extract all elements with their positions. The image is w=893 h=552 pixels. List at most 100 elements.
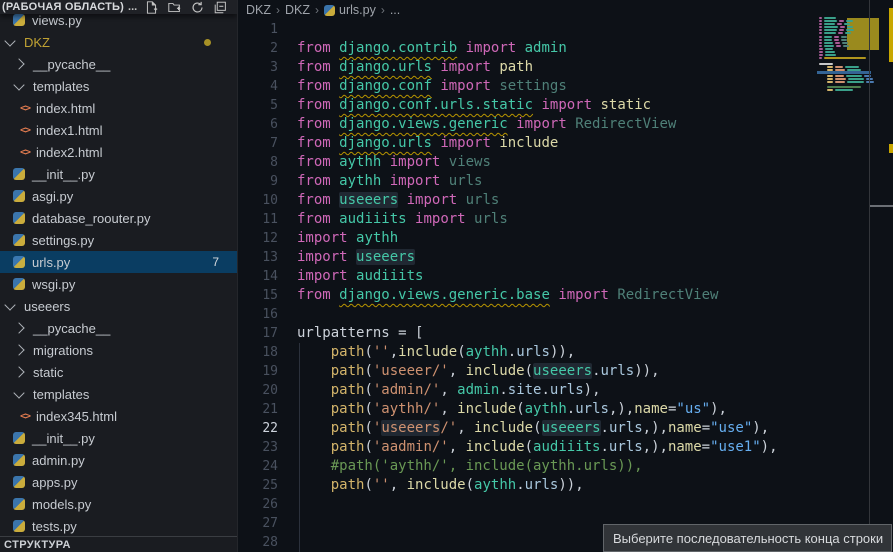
token: name <box>668 420 702 436</box>
tree-item-templates[interactable]: templates <box>0 75 237 97</box>
code-line-10[interactable]: 10from useeers import urls <box>238 191 893 210</box>
code-line-1[interactable]: 1 <box>238 20 893 39</box>
breadcrumb[interactable]: DKZ›DKZ›urls.py›... <box>238 0 893 20</box>
tree-item-__pycache__[interactable]: __pycache__ <box>0 53 237 75</box>
breadcrumb-item[interactable]: DKZ <box>246 3 271 17</box>
tree-item-urls.py[interactable]: urls.py7 <box>0 251 237 273</box>
token: "us" <box>676 401 710 417</box>
tree-item-index.html[interactable]: <>index.html <box>0 97 237 119</box>
line-number: 11 <box>238 210 278 229</box>
code-line-26[interactable]: 26 <box>238 495 893 514</box>
token: import <box>440 135 491 151</box>
tree-item-useeers[interactable]: useeers <box>0 295 237 317</box>
code-line-24[interactable]: 24 #path('aythh/', include(aythh.urls)), <box>238 457 893 476</box>
python-file-icon <box>324 5 335 16</box>
minimap-line <box>819 29 822 31</box>
tree-item-label: templates <box>33 79 89 94</box>
token: include <box>466 363 525 379</box>
new-file-icon[interactable] <box>145 1 158 14</box>
refresh-explorer-icon[interactable] <box>191 1 204 14</box>
tree-item-index345.html[interactable]: <>index345.html <box>0 405 237 427</box>
code-area[interactable]: 12from django.contrib import admin3from … <box>238 20 893 552</box>
token: include <box>474 420 533 436</box>
line-number: 18 <box>238 343 278 362</box>
token: include <box>398 344 457 360</box>
code-line-23[interactable]: 23 path('aadmin/', include(audiiits.urls… <box>238 438 893 457</box>
tree-item-wsgi.py[interactable]: wsgi.py <box>0 273 237 295</box>
code-line-4[interactable]: 4from django.conf import settings <box>238 77 893 96</box>
code-line-7[interactable]: 7from django.urls import include <box>238 134 893 153</box>
token <box>440 173 448 189</box>
tree-item-asgi.py[interactable]: asgi.py <box>0 185 237 207</box>
tree-item-label: wsgi.py <box>32 277 75 292</box>
minimap[interactable] <box>819 8 869 98</box>
tree-item-tests.py[interactable]: tests.py <box>0 515 237 537</box>
code-line-15[interactable]: 15from django.views.generic.base import … <box>238 286 893 305</box>
code-line-18[interactable]: 18 path('',include(aythh.urls)), <box>238 343 893 362</box>
token: /' <box>440 420 457 436</box>
token: include <box>407 477 466 493</box>
code-line-25[interactable]: 25 path('', include(aythh.urls)), <box>238 476 893 495</box>
code-line-12[interactable]: 12import aythh <box>238 229 893 248</box>
code-line-20[interactable]: 20 path('admin/', admin.site.urls), <box>238 381 893 400</box>
code-line-11[interactable]: 11from audiiits import urls <box>238 210 893 229</box>
code-line-17[interactable]: 17urlpatterns = [ <box>238 324 893 343</box>
tree-item-label: models.py <box>32 497 91 512</box>
outline-section-header[interactable]: СТРУКТУРА <box>0 536 237 552</box>
code-line-3[interactable]: 3from django.urls import path <box>238 58 893 77</box>
line-number: 14 <box>238 267 278 286</box>
token <box>457 40 465 56</box>
minimap-line <box>819 39 822 41</box>
token: ( <box>364 401 372 417</box>
tree-item-models.py[interactable]: models.py <box>0 493 237 515</box>
code-line-19[interactable]: 19 path('useeer/', include(useeers.urls)… <box>238 362 893 381</box>
token: , <box>390 344 398 360</box>
workspace-section-header[interactable]: (РАБОЧАЯ ОБЛАСТЬ) ... <box>0 0 237 14</box>
minimap-line <box>839 29 844 31</box>
tree-item-settings.py[interactable]: settings.py <box>0 229 237 251</box>
token: = <box>702 439 710 455</box>
line-number: 15 <box>238 286 278 305</box>
breadcrumb-item[interactable]: DKZ <box>285 3 310 17</box>
line-number: 13 <box>238 248 278 267</box>
token <box>331 287 339 303</box>
tree-item-__init__.py[interactable]: __init__.py <box>0 163 237 185</box>
tree-item-static[interactable]: static <box>0 361 237 383</box>
token: urls <box>466 192 500 208</box>
tree-item-index1.html[interactable]: <>index1.html <box>0 119 237 141</box>
tree-item-database_roouter.py[interactable]: database_roouter.py <box>0 207 237 229</box>
chevron-right-icon <box>13 366 24 377</box>
tree-item-admin.py[interactable]: admin.py <box>0 449 237 471</box>
python-file-icon <box>13 14 25 26</box>
token <box>457 192 465 208</box>
code-line-22[interactable]: 22 path('useeers/', include(useeers.urls… <box>238 419 893 438</box>
new-folder-icon[interactable] <box>168 1 181 14</box>
code-line-2[interactable]: 2from django.contrib import admin <box>238 39 893 58</box>
tree-item-migrations[interactable]: migrations <box>0 339 237 361</box>
code-line-21[interactable]: 21 path('aythh/', include(aythh.urls,),n… <box>238 400 893 419</box>
token: django.views.generic <box>339 116 508 132</box>
tree-item-__init__.py[interactable]: __init__.py <box>0 427 237 449</box>
tree-item-index2.html[interactable]: <>index2.html <box>0 141 237 163</box>
tree-item-__pycache__[interactable]: __pycache__ <box>0 317 237 339</box>
token: path <box>331 382 365 398</box>
code-line-13[interactable]: 13import useeers <box>238 248 893 267</box>
token: useeers <box>542 420 601 436</box>
breadcrumb-item[interactable]: ... <box>390 3 400 17</box>
collapse-folders-icon[interactable] <box>214 1 227 14</box>
breadcrumb-item[interactable]: urls.py <box>339 3 376 17</box>
token: import <box>516 116 567 132</box>
code-line-5[interactable]: 5from django.conf.urls.static import sta… <box>238 96 893 115</box>
code-line-9[interactable]: 9from aythh import urls <box>238 172 893 191</box>
token: 'admin/' <box>373 382 440 398</box>
minimap-line <box>819 48 823 50</box>
tree-item-apps.py[interactable]: apps.py <box>0 471 237 493</box>
code-line-16[interactable]: 16 <box>238 305 893 324</box>
tree-item-templates[interactable]: templates <box>0 383 237 405</box>
overview-ruler[interactable] <box>869 0 893 552</box>
code-line-14[interactable]: 14import audiiits <box>238 267 893 286</box>
code-line-8[interactable]: 8from aythh import views <box>238 153 893 172</box>
tree-item-DKZ[interactable]: DKZ <box>0 31 237 53</box>
token <box>331 59 339 75</box>
code-line-6[interactable]: 6from django.views.generic import Redire… <box>238 115 893 134</box>
